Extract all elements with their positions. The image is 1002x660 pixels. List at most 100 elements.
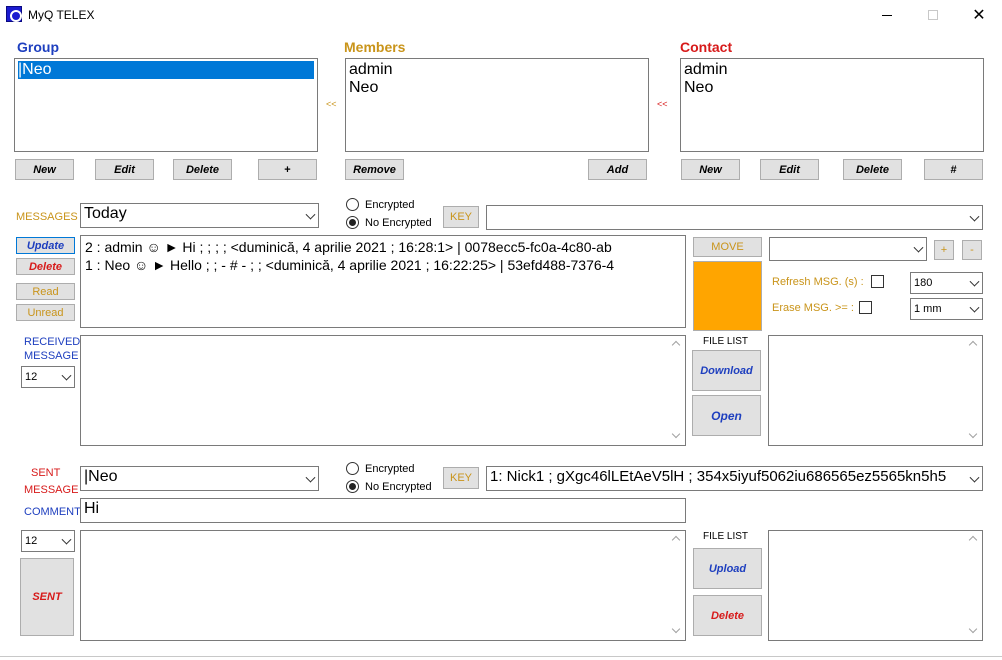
sent-font-size-select[interactable]: 12	[21, 530, 75, 552]
chevron-down-icon	[969, 302, 980, 313]
message-item[interactable]: 2 : admin ☺ ► Hi ; ; ; ; <duminică, 4 ap…	[85, 238, 681, 256]
group-add-button[interactable]: +	[258, 159, 317, 180]
update-button[interactable]: Update	[16, 237, 75, 254]
members-arrow[interactable]: <<	[326, 99, 337, 109]
app-icon	[6, 6, 22, 22]
list-item[interactable]: admin	[349, 61, 645, 79]
messages-filter-value: Today	[84, 205, 127, 222]
sent-no-encrypted-radio[interactable]	[346, 480, 359, 493]
members-add-button[interactable]: Add	[588, 159, 647, 180]
messages-key-select[interactable]	[486, 205, 983, 230]
bottom-divider	[0, 656, 1002, 657]
messages-key-button[interactable]: KEY	[443, 206, 479, 228]
recipient-select[interactable]: |Neo	[80, 466, 319, 491]
sent-encrypted-radio[interactable]	[346, 462, 359, 475]
move-minus-button[interactable]: -	[962, 240, 982, 260]
received-file-list-label: FILE LIST	[703, 336, 749, 347]
chevron-down-icon	[969, 472, 980, 483]
sent-message-text[interactable]	[80, 530, 686, 641]
erase-value: 1 mm	[914, 303, 942, 315]
chevron-down-icon	[61, 370, 72, 381]
messages-filter-select[interactable]: Today	[80, 203, 319, 228]
sent-key-value: 1: Nick1 ; gXgc46lLEtAeV5lH ; 354x5iyuf5…	[490, 468, 947, 485]
comment-input[interactable]: Hi	[80, 498, 686, 523]
download-button[interactable]: Download	[692, 350, 761, 391]
messages-list[interactable]: 2 : admin ☺ ► Hi ; ; ; ; <duminică, 4 ap…	[80, 235, 686, 328]
sent-no-encrypted-label: No Encrypted	[365, 481, 432, 493]
members-remove-button[interactable]: Remove	[345, 159, 404, 180]
minimize-button[interactable]	[864, 0, 910, 30]
messages-label: MESSAGES	[16, 211, 78, 223]
messages-delete-button[interactable]: Delete	[16, 258, 75, 275]
sent-encrypted-label: Encrypted	[365, 463, 415, 475]
comment-label: COMMENT	[24, 506, 81, 518]
open-button[interactable]: Open	[692, 395, 761, 436]
refresh-value: 180	[914, 277, 933, 289]
members-list[interactable]: admin Neo	[345, 58, 649, 152]
move-color-swatch[interactable]	[693, 261, 762, 331]
move-button[interactable]: MOVE	[693, 237, 762, 257]
erase-label: Erase MSG. >= :	[772, 302, 854, 314]
received-label-line1: RECEIVED	[24, 336, 81, 348]
chevron-down-icon	[969, 276, 980, 287]
list-item[interactable]: Neo	[684, 79, 980, 97]
sent-file-list[interactable]	[768, 530, 983, 641]
scrollbar[interactable]	[966, 531, 982, 640]
sent-key-button[interactable]: KEY	[443, 467, 479, 489]
encrypted-radio[interactable]	[346, 198, 359, 211]
close-button[interactable]: ✕	[956, 0, 1002, 30]
contact-new-button[interactable]: New	[681, 159, 740, 180]
no-encrypted-label: No Encrypted	[365, 217, 432, 229]
contact-hash-button[interactable]: #	[924, 159, 983, 180]
refresh-select[interactable]: 180	[910, 272, 983, 294]
sent-delete-button[interactable]: Delete	[693, 595, 762, 636]
minimize-icon	[882, 14, 892, 16]
move-plus-button[interactable]: +	[934, 240, 954, 260]
contact-list[interactable]: admin Neo	[680, 58, 984, 152]
scrollbar[interactable]	[669, 336, 685, 445]
sent-label-line1: SENT	[31, 467, 61, 479]
contact-delete-button[interactable]: Delete	[843, 159, 902, 180]
group-delete-button[interactable]: Delete	[173, 159, 232, 180]
title-bar: MyQ TELEX ✕	[0, 0, 1002, 30]
no-encrypted-radio[interactable]	[346, 216, 359, 229]
refresh-checkbox[interactable]	[871, 275, 884, 288]
upload-button[interactable]: Upload	[693, 548, 762, 589]
members-title: Members	[344, 39, 406, 55]
group-list[interactable]: |Neo	[14, 58, 318, 152]
comment-value: Hi	[84, 500, 100, 517]
read-button[interactable]: Read	[16, 283, 75, 300]
sent-font-size-value: 12	[25, 535, 38, 547]
group-new-button[interactable]: New	[15, 159, 74, 180]
scrollbar[interactable]	[966, 336, 982, 445]
encrypted-label: Encrypted	[365, 199, 415, 211]
list-item[interactable]: |Neo	[18, 61, 314, 79]
received-message-text[interactable]	[80, 335, 686, 446]
message-item[interactable]: 1 : Neo ☺ ► Hello ; ; - # - ; ; <duminic…	[85, 256, 681, 274]
contact-edit-button[interactable]: Edit	[760, 159, 819, 180]
erase-checkbox[interactable]	[859, 301, 872, 314]
sent-file-list-label: FILE LIST	[703, 531, 749, 542]
received-file-list[interactable]	[768, 335, 983, 446]
move-target-select[interactable]	[769, 237, 927, 261]
maximize-button[interactable]	[910, 0, 956, 30]
chevron-down-icon	[305, 472, 316, 483]
received-font-size-select[interactable]: 12	[21, 366, 75, 388]
list-item[interactable]: Neo	[349, 79, 645, 97]
sent-key-select[interactable]: 1: Nick1 ; gXgc46lLEtAeV5lH ; 354x5iyuf5…	[486, 466, 983, 491]
contact-arrow[interactable]: <<	[657, 99, 668, 109]
erase-select[interactable]: 1 mm	[910, 298, 983, 320]
chevron-down-icon	[305, 209, 316, 220]
sent-label-line2: MESSAGE	[24, 484, 79, 496]
received-label-line2: MESSAGE	[24, 350, 79, 362]
unread-button[interactable]: Unread	[16, 304, 75, 321]
sent-button[interactable]: SENT	[20, 558, 74, 636]
contact-title: Contact	[680, 39, 733, 55]
list-item[interactable]: admin	[684, 61, 980, 79]
scrollbar[interactable]	[669, 531, 685, 640]
window-title: MyQ TELEX	[28, 8, 95, 22]
chevron-down-icon	[913, 242, 924, 253]
received-font-size-value: 12	[25, 371, 38, 383]
group-edit-button[interactable]: Edit	[95, 159, 154, 180]
close-icon: ✕	[972, 7, 986, 24]
